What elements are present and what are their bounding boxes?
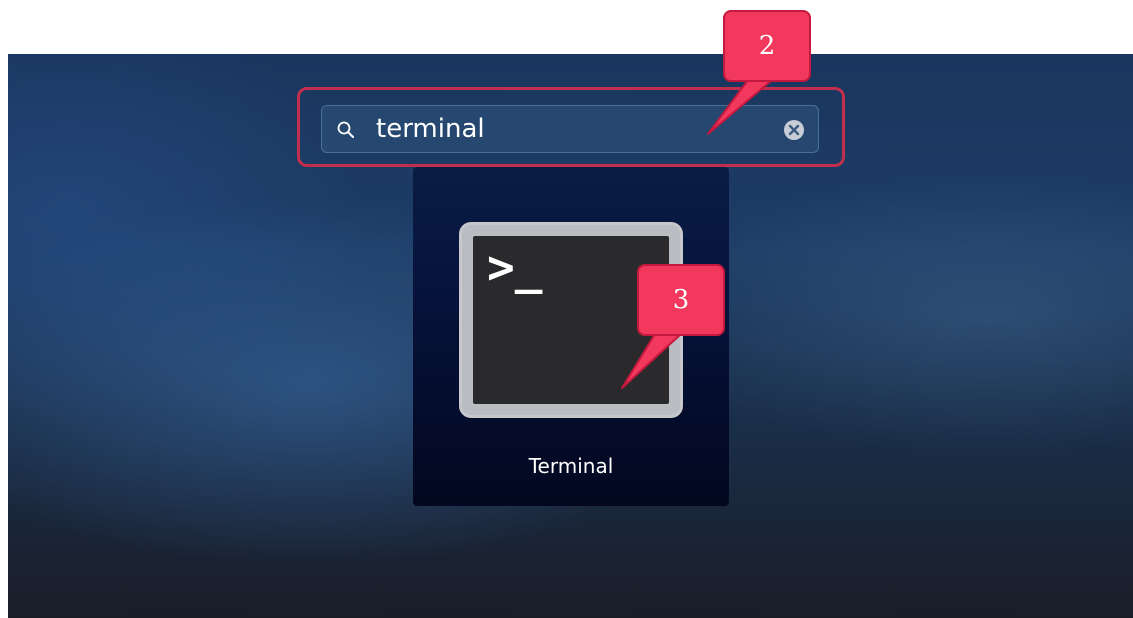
callout-step-3: 3 <box>637 264 725 336</box>
app-label-terminal[interactable]: Terminal <box>413 454 729 478</box>
screenshot-frame: terminal >_ Terminal 2 3 <box>0 0 1133 618</box>
callout-step-2: 2 <box>723 10 811 82</box>
search-highlight-box <box>297 87 845 167</box>
prompt-glyph: >_ <box>487 240 543 294</box>
